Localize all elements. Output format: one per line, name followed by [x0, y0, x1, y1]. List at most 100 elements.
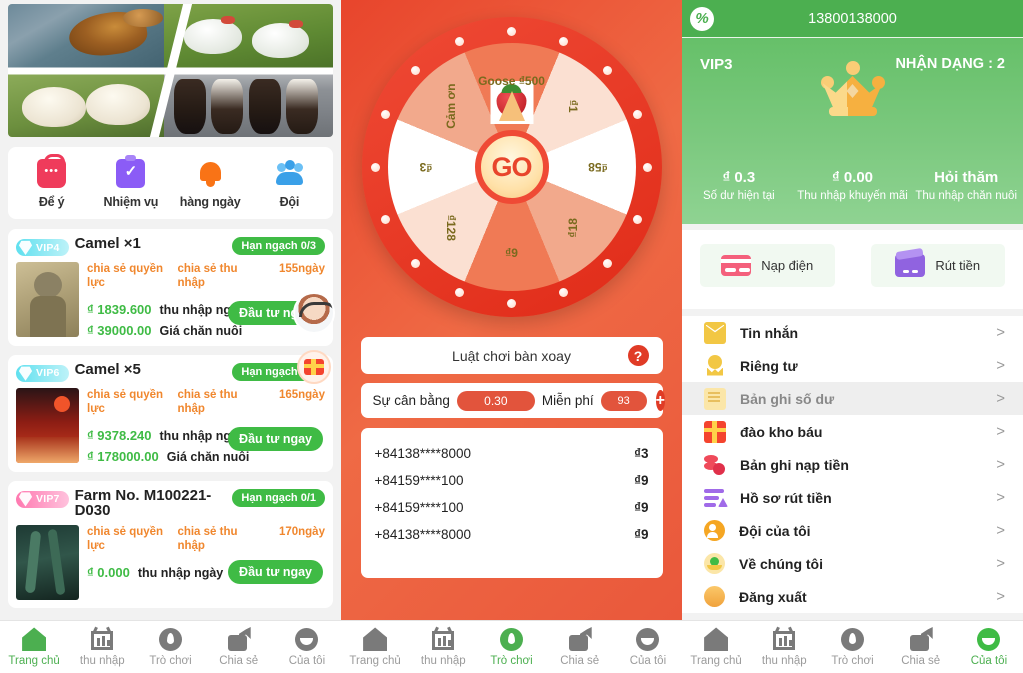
tab-game[interactable]: Trò chơi [477, 621, 545, 673]
quicknav-item-team[interactable]: Đội [250, 159, 329, 209]
stat-label: Thu nhập chăn nuôi [915, 190, 1018, 202]
card-title: Camel ×1 [74, 235, 141, 252]
winner-amount: ₫9 [634, 527, 649, 542]
withdraw-button[interactable]: Rút tiền [870, 244, 1005, 287]
winner-amount: ₫9 [634, 500, 649, 515]
question-mark-icon[interactable]: ? [627, 345, 649, 366]
menu-label: Bản ghi số dư [740, 390, 835, 407]
tab-label: thu nhập [79, 655, 125, 667]
rules-bar[interactable]: Luật chơi bàn xoay ? [360, 337, 663, 374]
invest-button[interactable]: Đầu tư ngay [228, 426, 323, 451]
tab-label: Của tôi [629, 654, 667, 667]
clipboard-check-icon [116, 155, 146, 188]
wheel-bulb [632, 214, 642, 224]
rules-label: Luật chơi bàn xoay [452, 347, 571, 364]
farm-banner [8, 4, 333, 137]
stat-label: Thu nhập khuyến mãi [797, 190, 908, 202]
balance-record-icon [704, 387, 726, 410]
tab-home[interactable]: Trang chủ [682, 621, 750, 673]
deposit-button[interactable]: Nạp điện [700, 244, 835, 287]
quicknav-item-daily[interactable]: hàng ngày [171, 159, 250, 209]
chevron-right-icon: > [996, 456, 1005, 473]
tab-income[interactable]: thu nhập [409, 621, 477, 673]
tab-label: Chia sẻ [901, 655, 941, 667]
tab-profile[interactable]: Của tôi [955, 621, 1023, 673]
tab-profile[interactable]: Của tôi [273, 621, 341, 673]
profile-icon [636, 627, 660, 651]
chevron-right-icon: > [996, 390, 1005, 407]
wheel-bulb [559, 36, 569, 46]
share-income-label: chia sẻ thu nhập [177, 263, 238, 290]
menu-item-withdraw-record[interactable]: Hồ sơ rút tiền > [682, 481, 1023, 514]
chevron-right-icon: > [996, 324, 1005, 341]
menu-item-logout[interactable]: Đăng xuất > [682, 580, 1023, 613]
customer-service-icon[interactable] [293, 292, 335, 334]
spin-go-button[interactable]: GO [474, 130, 549, 204]
tab-income[interactable]: thu nhập [68, 621, 136, 673]
free-label: Miễn phí [541, 393, 594, 408]
menu-label: Hồ sơ rút tiền [740, 489, 832, 506]
menu-label: Về chúng tôi [739, 555, 823, 572]
wheel-segment-label: Cảm ơn [443, 83, 458, 129]
days-label: 165ngày [278, 388, 325, 401]
tab-home[interactable]: Trang chủ [341, 621, 409, 673]
coins-icon [704, 454, 726, 476]
invest-button[interactable]: Đầu tư ngay [228, 559, 323, 584]
profile-panel: % 13800138000 VIP3 NHẬN DẠNG : 2 ₫ 0.3 S… [682, 0, 1023, 673]
quicknav-item-attention[interactable]: Để ý [12, 154, 91, 209]
chevron-right-icon: > [996, 555, 1005, 572]
wheel-bulb [603, 66, 613, 76]
tab-label: Của tôi [970, 654, 1008, 667]
bottom-tabbar: Trang chủ thu nhập Trò chơi Chia sẻ Của … [682, 620, 1023, 673]
credit-card-icon [721, 255, 752, 276]
tab-income[interactable]: thu nhập [750, 621, 818, 673]
menu-item-treasure[interactable]: đào kho báu > [682, 415, 1023, 448]
winner-phone: +84138****8000 [374, 527, 471, 542]
deposit-label: Nạp điện [761, 258, 814, 273]
balance-label: Sự cân bằng [372, 393, 450, 408]
vip-badge: VIP7 [16, 490, 69, 508]
menu-item-deposit-record[interactable]: Bản ghi nạp tiền > [682, 448, 1023, 481]
menu-label: Tin nhắn [740, 324, 799, 341]
spin-wheel[interactable]: Goose ₫500 ₫1 ₫58 ₫18 ₫9 ₫128 ₫3 Cảm ơn [361, 17, 662, 317]
tab-label: Chia sẻ [560, 655, 600, 667]
farm-card[interactable]: VIP6 Camel ×5 Hạn ngạch 0/1 chia sẻ quyề… [8, 354, 333, 472]
game-icon [159, 628, 182, 651]
treasure-icon [704, 420, 726, 443]
menu-item-privacy[interactable]: Riêng tư > [682, 349, 1023, 382]
plus-icon[interactable]: + [655, 390, 665, 411]
winner-phone: +84138****8000 [374, 446, 471, 461]
share-icon [909, 627, 933, 651]
tab-share[interactable]: Chia sẻ [887, 621, 955, 673]
team-icon [275, 159, 304, 188]
price-amount: ₫ 39000.00 [87, 322, 152, 338]
menu-item-my-team[interactable]: Đội của tôi > [682, 514, 1023, 547]
farm-card[interactable]: VIP4 Camel ×1 Hạn ngạch 0/3 chia sẻ quyề… [8, 229, 333, 346]
tab-share[interactable]: Chia sẻ [205, 621, 273, 673]
gift-box-icon[interactable] [297, 350, 331, 384]
home-panel: Để ý Nhiệm vụ hàng ngày Đội VIP4 Camel ×… [0, 0, 341, 673]
tab-home[interactable]: Trang chủ [0, 621, 68, 673]
profile-hero: VIP3 NHẬN DẠNG : 2 ₫ 0.3 Số dư hiện tại … [682, 38, 1023, 224]
menu-item-messages[interactable]: Tin nhắn > [682, 316, 1023, 349]
winner-amount: ₫3 [634, 446, 649, 461]
tab-profile[interactable]: Của tôi [614, 621, 682, 673]
withdraw-icon [704, 487, 728, 509]
wheel-bulb [643, 162, 652, 172]
chevron-right-icon: > [996, 522, 1005, 539]
menu-item-about-us[interactable]: Về chúng tôi > [682, 547, 1023, 580]
tab-share[interactable]: Chia sẻ [546, 621, 614, 673]
quota-badge: Hạn ngạch 0/1 [232, 488, 325, 507]
stat-value: Hỏi thăm [934, 169, 999, 186]
menu-item-balance-record[interactable]: Bản ghi số dư > [682, 382, 1023, 415]
quicknav-item-tasks[interactable]: Nhiệm vụ [91, 155, 170, 209]
farm-card[interactable]: VIP7 Farm No. M100221-D030 Hạn ngạch 0/1… [8, 480, 333, 608]
wheel-bulb [410, 258, 420, 268]
tab-game[interactable]: Trò chơi [136, 621, 204, 673]
tab-game[interactable]: Trò chơi [818, 621, 886, 673]
stat-value: ₫ 0.00 [831, 169, 874, 186]
chevron-right-icon: > [996, 357, 1005, 374]
card-thumbnail [16, 525, 79, 600]
wheel-bulb [381, 110, 391, 120]
vip-level: VIP3 [700, 56, 733, 73]
